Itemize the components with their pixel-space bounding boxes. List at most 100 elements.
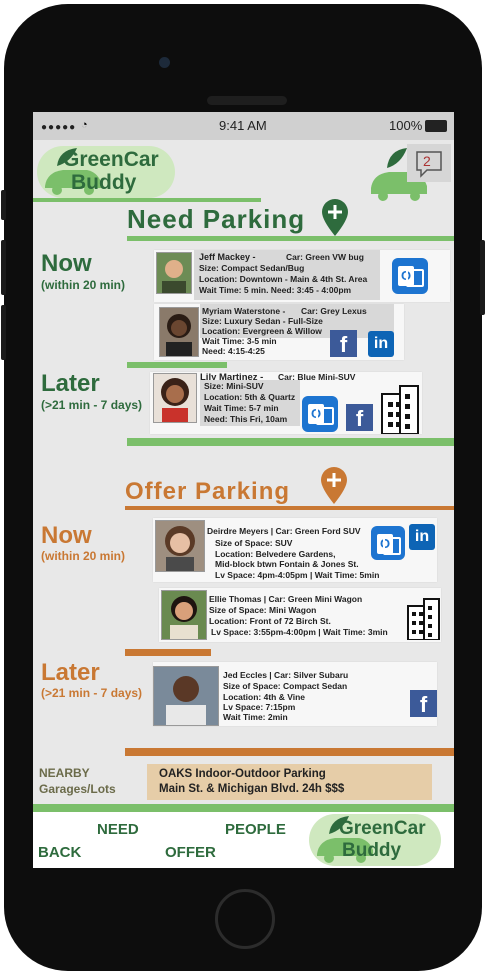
nearby-lot-card[interactable]: OAKS Indoor-Outdoor Parking Main St. & M… (147, 764, 432, 800)
card-location: Location: Belvedere Gardens, (215, 549, 336, 559)
need-card-jeff[interactable]: Jeff Mackey - Car: Green VW bug Size: Co… (154, 250, 450, 302)
tab-need[interactable]: NEED (97, 821, 139, 838)
lot-address: Main St. & Michigan Blvd. 24h $$$ (159, 783, 345, 795)
card-wait-need: Wait Time: 5 min. Need: 3:45 - 4:00pm (199, 285, 352, 295)
need-later-label: Later (41, 370, 100, 397)
avatar (155, 520, 205, 572)
card-size: Size of Space: Mini Wagon (209, 605, 317, 615)
linkedin-icon[interactable]: in (368, 331, 394, 357)
card-size: Size of Space: Compact Sedan (223, 681, 348, 691)
status-time: 9:41 AM (219, 118, 267, 133)
need-now-sublabel: (within 20 min) (41, 278, 125, 292)
tab-offer[interactable]: OFFER (165, 844, 216, 861)
person-photo-icon (156, 521, 204, 571)
offer-title-underline (125, 506, 454, 510)
offer-later-sublabel: (>21 min - 7 days) (41, 686, 143, 700)
outlook-icon[interactable]: O (371, 526, 405, 560)
footer-logo-line2: Buddy (342, 840, 402, 861)
battery-percent: 100% (389, 118, 423, 133)
building-icon[interactable] (407, 596, 441, 640)
card-name-car: Jed Eccles | Car: Silver Subaru (223, 670, 349, 680)
card-location-detail: Mid-block btwn Fontain & Jones St. (215, 559, 359, 569)
volume-up-button[interactable] (1, 240, 6, 295)
notification-count: 2 (423, 153, 431, 169)
card-size: Size of Space: SUV (215, 538, 293, 548)
offer-now-label: Now (41, 522, 92, 549)
need-now-label: Now (41, 250, 92, 277)
add-need-location-pin-icon[interactable] (320, 198, 350, 238)
offer-card-deirdre[interactable]: Deirdre Meyers | Car: Green Ford SUV Siz… (153, 518, 437, 582)
need-card-lily[interactable]: Lily Martinez - Car: Blue Mini-SUV Size:… (150, 372, 422, 434)
need-later-sublabel: (>21 min - 7 days) (41, 398, 143, 412)
tab-back[interactable]: BACK (38, 844, 81, 861)
avatar (161, 590, 207, 640)
card-location: Location: Evergreen & Willow (202, 326, 322, 336)
avatar (156, 252, 192, 294)
logo[interactable]: GreenCar Buddy (37, 146, 175, 198)
linkedin-icon[interactable]: in (409, 524, 435, 550)
offer-later-label: Later (41, 659, 100, 686)
card-name: Jeff Mackey - (199, 252, 256, 262)
person-photo-icon (154, 667, 218, 725)
app-screen: ●●●●● ◔ 9:41 AM 100% GreenCar Buddy 2 Ne… (33, 112, 454, 868)
card-size: Size: Compact Sedan/Bug (199, 263, 305, 273)
battery-icon (425, 120, 447, 132)
offer-card-ellie[interactable]: Ellie Thomas | Car: Green Mini Wagon Siz… (159, 588, 441, 642)
add-offer-location-pin-icon[interactable] (319, 466, 349, 506)
offer-now-sublabel: (within 20 min) (41, 549, 125, 563)
logo-line2: Buddy (71, 171, 137, 194)
need-parking-title: Need Parking (127, 204, 306, 234)
outlook-icon[interactable]: O (302, 396, 338, 432)
card-name-car: Ellie Thomas | Car: Green Mini Wagon (209, 594, 363, 604)
tab-people[interactable]: PEOPLE (225, 821, 286, 838)
card-name: Myriam Waterstone - (202, 306, 286, 316)
nearby-label: NEARBY (39, 766, 90, 780)
person-photo-icon (162, 591, 206, 639)
card-name-car: Deirdre Meyers | Car: Green Ford SUV (207, 526, 361, 536)
offer-parking-title: Offer Parking (125, 478, 291, 505)
card-leave-wait: Lv Space: 4pm-4:05pm | Wait Time: 5min (215, 570, 380, 580)
need-card-myriam[interactable]: Myriam Waterstone - Car: Grey Lexus Size… (154, 304, 404, 360)
facebook-icon[interactable]: f (346, 404, 373, 431)
wifi-icon: ◔ (81, 119, 88, 131)
card-location: Location: 5th & Quartz (204, 392, 296, 402)
logo-line1: GreenCar (63, 148, 159, 171)
footer-divider (33, 804, 454, 812)
avatar (159, 307, 199, 357)
card-car: Car: Blue Mini-SUV (278, 372, 356, 382)
card-leave-wait: Lv Space: 3:55pm-4:00pm | Wait Time: 3mi… (211, 627, 388, 637)
status-bar: ●●●●● ◔ 9:41 AM 100% (33, 112, 454, 140)
card-size: Size: Mini-SUV (204, 381, 264, 391)
offer-section-divider (125, 748, 454, 756)
lot-name: OAKS Indoor-Outdoor Parking (159, 768, 326, 780)
card-location: Location: Downtown - Main & 4th St. Area (199, 274, 368, 284)
card-wait: Wait Time: 5-7 min (204, 403, 279, 413)
facebook-icon[interactable]: f (410, 690, 437, 717)
building-icon[interactable] (380, 382, 420, 434)
mute-switch[interactable] (1, 190, 6, 220)
speaker-grille (207, 96, 287, 105)
home-button[interactable] (215, 889, 275, 949)
need-now-divider (127, 362, 227, 368)
volume-down-button[interactable] (1, 305, 6, 360)
bottom-tab-bar: NEED PEOPLE BACK OFFER GreenCar Buddy (33, 812, 454, 868)
front-camera (159, 57, 170, 68)
power-button[interactable] (480, 240, 485, 315)
person-photo-icon (160, 308, 198, 356)
footer-logo-line1: GreenCar (339, 818, 426, 839)
card-need: Need: 4:15-4:25 (202, 346, 265, 356)
card-wait: Wait Time: 2min (223, 712, 288, 722)
garages-label: Garages/Lots (39, 782, 116, 796)
card-location: Location: Front of 72 Birch St. (209, 616, 331, 626)
card-car: Car: Grey Lexus (301, 306, 367, 316)
outlook-icon[interactable]: O (392, 258, 428, 294)
avatar (153, 373, 197, 423)
messages-button[interactable]: 2 (407, 144, 451, 182)
card-location: Location: 4th & Vine (223, 692, 306, 702)
person-photo-icon (154, 374, 196, 422)
offer-now-divider (125, 649, 211, 656)
footer-logo[interactable]: GreenCar Buddy (309, 814, 441, 866)
offer-card-jed[interactable]: Jed Eccles | Car: Silver Subaru Size of … (153, 662, 437, 726)
facebook-icon[interactable]: f (330, 330, 357, 357)
need-section-divider (127, 438, 454, 446)
